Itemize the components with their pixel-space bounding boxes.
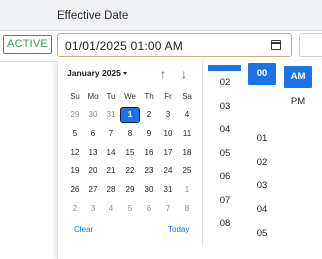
weekday-label: We [124, 92, 136, 101]
calendar-day[interactable]: 22 [121, 164, 139, 178]
date-time-divider [202, 61, 203, 246]
calendar-day[interactable]: 8 [121, 127, 139, 141]
hour-option[interactable]: 02 [211, 72, 239, 94]
hour-option[interactable]: 04 [211, 119, 239, 141]
calendar-day[interactable]: 7 [159, 202, 177, 216]
calendar-day[interactable]: 1 [178, 183, 196, 197]
ampm-selected[interactable]: AM [284, 66, 312, 88]
calendar-day[interactable]: 19 [66, 164, 84, 178]
calendar-day[interactable]: 27 [84, 183, 102, 197]
calendar-day[interactable]: 29 [121, 183, 139, 197]
calendar-day[interactable]: 30 [140, 183, 158, 197]
weekday-label: Th [144, 92, 154, 101]
calendar-day[interactable]: 20 [84, 164, 102, 178]
calendar-icon[interactable] [270, 40, 281, 50]
minute-option[interactable]: 05 [248, 223, 276, 245]
hour-option[interactable]: 06 [211, 166, 239, 188]
minute-option[interactable]: 02 [248, 152, 276, 174]
calendar-day[interactable]: 2 [140, 108, 158, 122]
minute-option[interactable]: 01 [248, 128, 276, 150]
calendar-day[interactable]: 3 [159, 108, 177, 122]
calendar-day[interactable]: 31 [159, 183, 177, 197]
hour-option[interactable]: 08 [211, 213, 239, 235]
calendar-day[interactable]: 7 [102, 127, 120, 141]
effective-date-value: 01/01/2025 01:00 AM [65, 39, 183, 53]
next-month-arrow-icon[interactable]: ↓ [181, 67, 187, 81]
caret-down-icon [122, 72, 127, 76]
calendar-day[interactable]: 6 [84, 127, 102, 141]
calendar-day[interactable]: 15 [121, 146, 139, 160]
calendar-day[interactable]: 3 [84, 202, 102, 216]
hour-option[interactable]: 07 [211, 190, 239, 212]
calendar-day[interactable]: 26 [66, 183, 84, 197]
calendar-day[interactable]: 31 [102, 108, 120, 122]
calendar-day[interactable]: 21 [102, 164, 120, 178]
calendar-day[interactable]: 10 [159, 127, 177, 141]
status-badge: ACTIVE [3, 35, 52, 54]
calendar-day[interactable]: 28 [102, 183, 120, 197]
minute-option[interactable]: 04 [248, 199, 276, 221]
month-year-selector[interactable]: January 2025 [67, 68, 127, 78]
calendar-day[interactable]: 8 [178, 202, 196, 216]
calendar-day[interactable]: 25 [178, 164, 196, 178]
month-year-label: January 2025 [67, 68, 121, 78]
weekday-label: Su [70, 92, 80, 101]
clear-button[interactable]: Clear [74, 225, 93, 234]
hour-option[interactable]: 05 [211, 143, 239, 165]
calendar-day[interactable]: 9 [140, 127, 158, 141]
row-divider [0, 61, 57, 62]
calendar-day[interactable]: 4 [178, 108, 196, 122]
previous-month-arrow-icon[interactable]: ↑ [160, 67, 166, 81]
ampm-option[interactable]: PM [284, 91, 312, 113]
effective-date-column-header: Effective Date [57, 10, 129, 22]
calendar-day[interactable]: 13 [84, 146, 102, 160]
calendar-day[interactable]: 23 [140, 164, 158, 178]
calendar-day[interactable]: 5 [121, 202, 139, 216]
weekday-label: Tu [106, 92, 116, 101]
grid-header: Effective Date [0, 0, 322, 31]
datetime-picker-popup: January 2025 ↑ ↓ Su Mo Tu We Th Fr Sa 29 30 31 1 2… [57, 61, 322, 259]
calendar-day[interactable]: 12 [66, 146, 84, 160]
calendar-day[interactable]: 11 [178, 127, 196, 141]
hour-option[interactable]: 03 [211, 96, 239, 118]
calendar-day[interactable]: 18 [178, 146, 196, 160]
calendar-day[interactable]: 14 [102, 146, 120, 160]
today-button[interactable]: Today [168, 225, 189, 234]
weekday-label: Sa [182, 92, 192, 101]
weekday-label: Mo [87, 92, 99, 101]
selected-hour-indicator [208, 65, 241, 71]
calendar-day[interactable]: 24 [159, 164, 177, 178]
minute-option[interactable]: 03 [248, 175, 276, 197]
calendar-day[interactable]: 17 [159, 146, 177, 160]
calendar-day[interactable]: 29 [66, 108, 84, 122]
weekday-label: Fr [164, 92, 172, 101]
calendar-day[interactable]: 2 [66, 202, 84, 216]
next-column-field[interactable] [299, 33, 322, 57]
minute-selected[interactable]: 00 [248, 63, 276, 85]
calendar-day[interactable]: 5 [66, 127, 84, 141]
calendar-day[interactable]: 4 [102, 202, 120, 216]
calendar-day[interactable]: 30 [84, 108, 102, 122]
calendar-day[interactable]: 16 [140, 146, 158, 160]
calendar-day[interactable]: 6 [140, 202, 158, 216]
effective-date-input[interactable]: 01/01/2025 01:00 AM [57, 33, 292, 57]
calendar-day[interactable]: 1 [120, 107, 140, 123]
